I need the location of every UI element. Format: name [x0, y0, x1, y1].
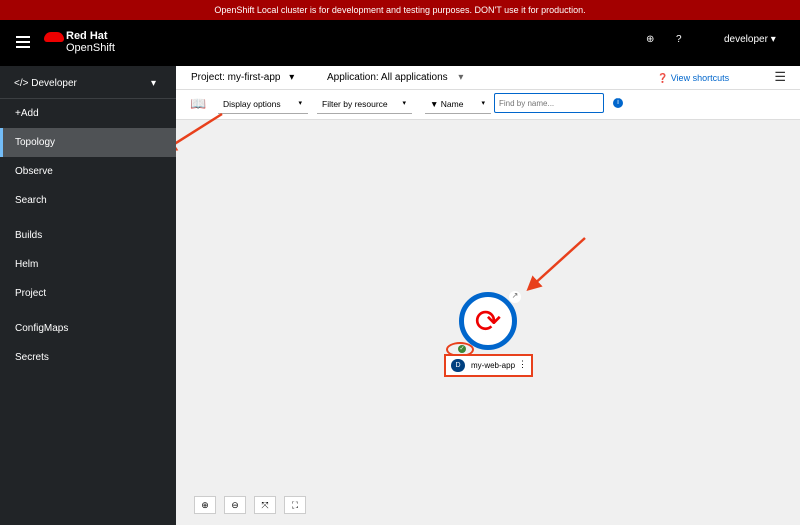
hamburger-menu-icon[interactable]	[16, 36, 30, 48]
view-shortcuts-label: View shortcuts	[670, 73, 730, 83]
open-url-icon[interactable]: ↗	[509, 291, 521, 303]
display-options-label: Display options	[223, 99, 281, 109]
arrow-to-node	[526, 237, 586, 292]
view-shortcuts-link[interactable]: ❓ View shortcuts	[657, 73, 729, 84]
user-menu[interactable]: developer ▾	[724, 34, 776, 45]
user-name: developer	[724, 34, 768, 45]
kebab-menu-icon[interactable]: ⋮	[518, 359, 527, 370]
sidebar-item-add[interactable]: +Add	[0, 99, 176, 128]
filter-resource-dropdown[interactable]: Filter by resource ▾	[317, 94, 412, 114]
sidebar-item-observe[interactable]: Observe	[0, 157, 176, 186]
brand-line1: Red Hat	[66, 30, 108, 42]
info-icon[interactable]: i	[613, 98, 623, 108]
node-label[interactable]: D my-web-app ⋮	[444, 354, 533, 377]
sidebar-item-topology[interactable]: Topology	[0, 128, 176, 157]
sidebar: </> Developer ▾ +Add Topology Observe Sea…	[0, 66, 176, 525]
find-by-name-input[interactable]	[494, 93, 604, 113]
sidebar-item-project[interactable]: Project	[0, 279, 176, 308]
filter-icon: ▼	[430, 99, 439, 109]
plus-circle-icon[interactable]: ⊕	[646, 34, 654, 45]
application-label: Application: All applications	[327, 72, 448, 83]
sidebar-item-helm[interactable]: Helm	[0, 250, 176, 279]
help-icon[interactable]: ?	[676, 34, 682, 45]
sidebar-item-configmaps[interactable]: ConfigMaps	[0, 314, 176, 343]
redhat-hat-icon	[44, 32, 64, 42]
sidebar-item-secrets[interactable]: Secrets	[0, 343, 176, 372]
deployment-badge: D	[451, 359, 465, 372]
reset-view-button[interactable]: ⛶	[284, 496, 306, 514]
topology-view: Project: my-first-app ▾ Application: All…	[176, 66, 800, 525]
list-view-icon[interactable]: ☰	[774, 69, 786, 85]
workload-node[interactable]: ⟳	[459, 292, 517, 350]
sidebar-item-search[interactable]: Search	[0, 186, 176, 215]
name-filter-label: Name	[440, 99, 464, 109]
caret-down-icon: ▾	[150, 78, 156, 89]
perspective-switcher[interactable]: </> Developer ▾	[0, 66, 176, 99]
brand-line2: OpenShift	[66, 42, 115, 54]
zoom-in-button[interactable]: ⊕	[194, 496, 216, 514]
book-icon[interactable]: 📖	[190, 96, 206, 112]
redhat-openshift-logo[interactable]: Red Hat OpenShift	[44, 30, 115, 54]
application-selector[interactable]: Application: All applications ▾	[327, 72, 463, 83]
fit-to-screen-button[interactable]: ⤧	[254, 496, 276, 514]
node-name: my-web-app	[471, 361, 516, 370]
build-success-icon[interactable]: ✓	[458, 345, 466, 353]
project-selector[interactable]: Project: my-first-app ▾	[191, 72, 294, 83]
display-options-dropdown[interactable]: Display options ▾	[218, 94, 308, 114]
masthead: Red Hat OpenShift ⊕ ? developer ▾	[0, 20, 800, 66]
dev-cluster-banner: OpenShift Local cluster is for developme…	[0, 0, 800, 20]
zoom-out-button[interactable]: ⊖	[224, 496, 246, 514]
perspective-label: Developer	[31, 78, 77, 89]
project-label: Project: my-first-app	[191, 72, 281, 83]
name-filter-dropdown[interactable]: ▼ Name ▾	[425, 94, 491, 114]
sidebar-item-builds[interactable]: Builds	[0, 221, 176, 250]
filter-resource-label: Filter by resource	[322, 99, 388, 109]
openshift-sync-icon: ⟳	[474, 303, 502, 339]
